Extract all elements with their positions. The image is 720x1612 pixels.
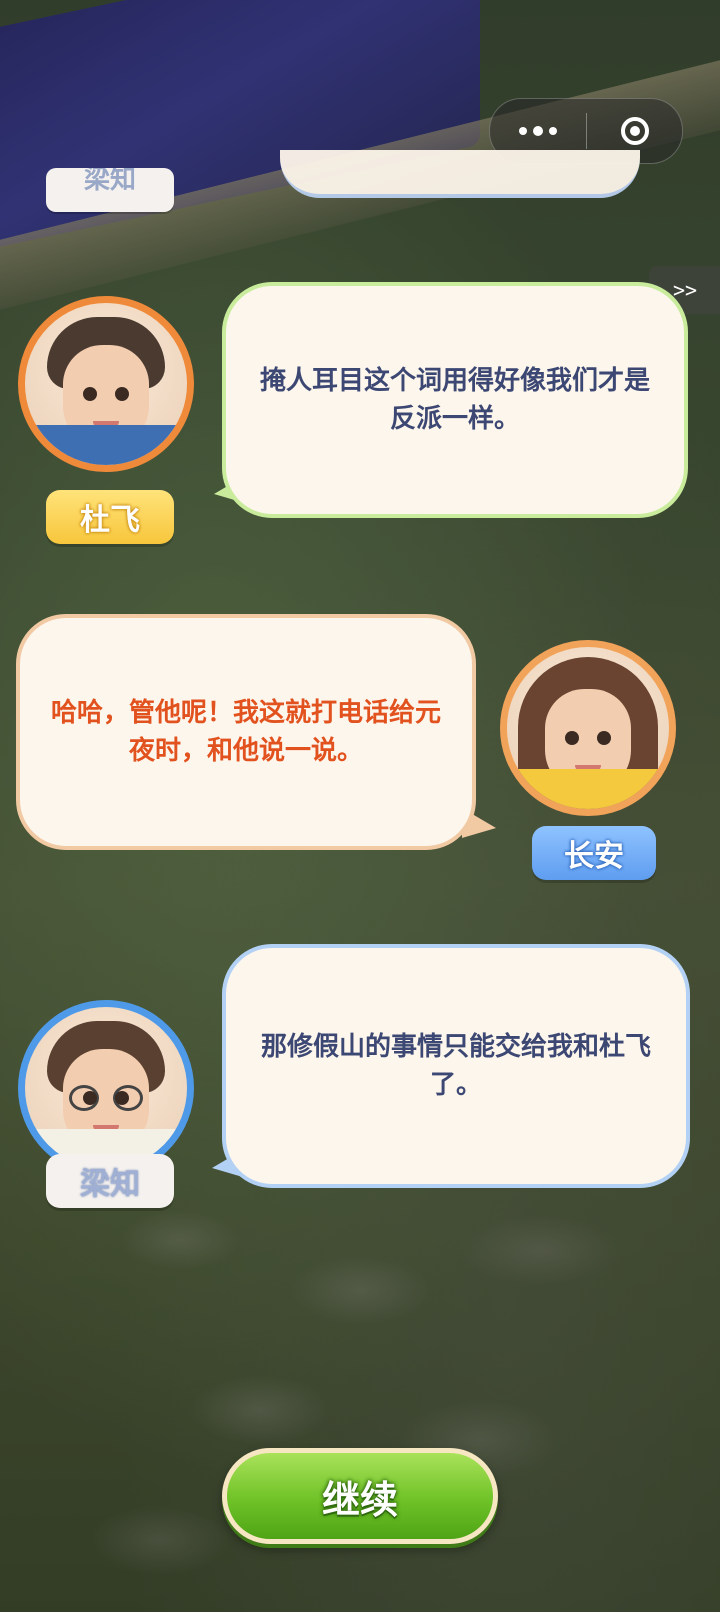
continue-button[interactable]: 继续 xyxy=(222,1448,498,1544)
previous-dialog-bubble xyxy=(280,150,640,198)
speaker-tag-liangzhi: 梁知 xyxy=(46,1154,174,1208)
avatar-shirt xyxy=(507,769,669,809)
avatar-changan xyxy=(500,640,676,816)
glasses-icon xyxy=(69,1085,143,1111)
previous-speaker-tag: 梁知 xyxy=(46,168,174,212)
background-stepping-stones xyxy=(60,1180,700,1610)
avatar-shirt xyxy=(25,425,187,465)
previous-speaker-name: 梁知 xyxy=(83,168,136,195)
dialog-text: 那修假山的事情只能交给我和杜飞了。 xyxy=(260,1032,651,1100)
avatar-dufei xyxy=(18,296,194,472)
avatar-liangzhi xyxy=(18,1000,194,1176)
speaker-tag-dufei: 杜飞 xyxy=(46,490,174,544)
dialog-bubble[interactable]: 哈哈，管他呢！我这就打电话给元夜时，和他说一说。 xyxy=(16,614,476,850)
background-roof xyxy=(0,0,480,256)
dialog-bubble[interactable]: 掩人耳目这个词用得好像我们才是反派一样。 xyxy=(222,282,688,518)
dialog-text: 哈哈，管他呢！我这就打电话给元夜时，和他说一说。 xyxy=(50,698,441,766)
dialog-bubble[interactable]: 那修假山的事情只能交给我和杜飞了。 xyxy=(222,944,690,1188)
dialog-text: 掩人耳目这个词用得好像我们才是反派一样。 xyxy=(259,366,650,434)
speaker-tag-changan: 长安 xyxy=(532,826,656,880)
